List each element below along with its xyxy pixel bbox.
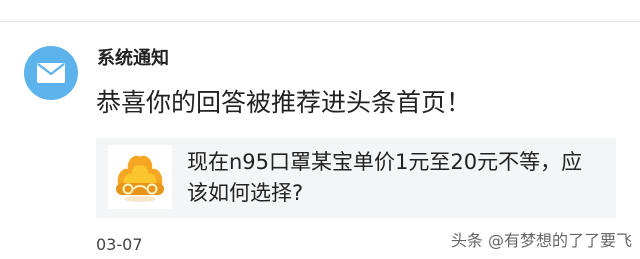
top-divider [0, 21, 640, 22]
watermark: 头条 @有梦想的了了要飞 [450, 231, 632, 250]
question-text[interactable]: 现在n95口罩某宝单价1元至20元不等，应该如何选择? [187, 147, 602, 209]
sender-name: 系统通知 [97, 48, 169, 69]
golden-crown-logo-icon [116, 155, 164, 202]
question-card[interactable]: 现在n95口罩某宝单价1元至20元不等，应该如何选择? [96, 138, 616, 218]
question-thumbnail [108, 145, 172, 209]
avatar[interactable] [24, 46, 78, 100]
timestamp: 03-07 [96, 235, 143, 254]
notification-headline: 恭喜你的回答被推荐进头条首页！ [96, 88, 472, 117]
mail-icon [37, 63, 65, 83]
